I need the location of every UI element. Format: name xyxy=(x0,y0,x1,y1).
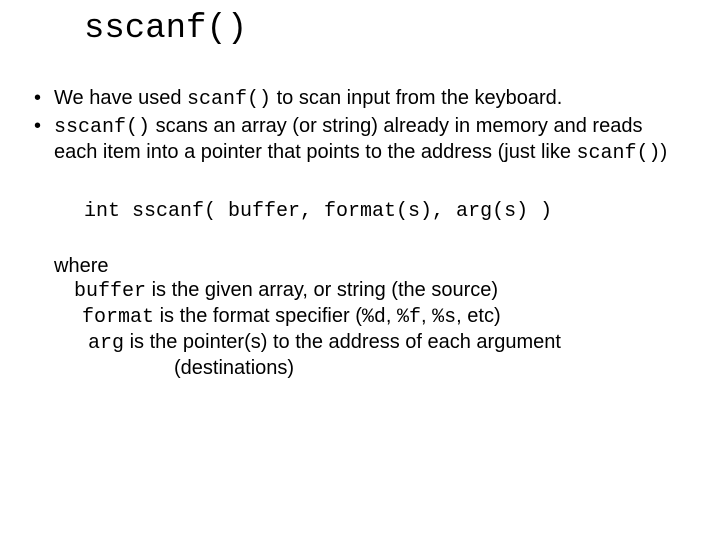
where-destinations: (destinations) xyxy=(174,356,688,380)
text: , etc) xyxy=(456,305,500,327)
where-format: format is the format specifier (%d, %f , … xyxy=(82,304,688,330)
code-scanf: scanf() xyxy=(577,142,661,165)
text: is the given array, or string (the sourc… xyxy=(146,279,498,301)
bullet-list: We have used scanf() to scan input from … xyxy=(28,86,688,166)
code-ps: %s xyxy=(432,306,456,329)
text: is the format specifier ( xyxy=(154,305,362,327)
slide: sscanf() We have used scanf() to scan in… xyxy=(0,0,720,540)
text: ) xyxy=(661,141,668,163)
code-buffer: buffer xyxy=(74,280,146,303)
where-block: where buffer is the given array, or stri… xyxy=(54,254,688,380)
where-buffer: buffer is the given array, or string (th… xyxy=(74,278,688,304)
code-pd: %d xyxy=(362,306,386,329)
bullet-item-2: sscanf() scans an array (or string) alre… xyxy=(28,114,688,166)
text: , xyxy=(421,305,432,327)
code-pf: %f xyxy=(397,306,421,329)
where-arg: arg is the pointer(s) to the address of … xyxy=(88,330,688,356)
code-scanf: scanf() xyxy=(187,88,271,111)
text: to scan input from the keyboard. xyxy=(271,87,562,109)
where-label: where xyxy=(54,254,688,278)
text: We have used xyxy=(54,87,187,109)
slide-title: sscanf() xyxy=(84,10,247,48)
bullet-item-1: We have used scanf() to scan input from … xyxy=(28,86,688,112)
code-arg: arg xyxy=(88,332,124,355)
slide-body: We have used scanf() to scan input from … xyxy=(28,86,688,380)
function-signature: int sscanf( buffer, format(s), arg(s) ) xyxy=(84,200,688,224)
text: , xyxy=(386,305,397,327)
text: is the pointer(s) to the address of each… xyxy=(124,331,561,353)
code-format: format xyxy=(82,306,154,329)
code-sscanf: sscanf() xyxy=(54,116,150,139)
